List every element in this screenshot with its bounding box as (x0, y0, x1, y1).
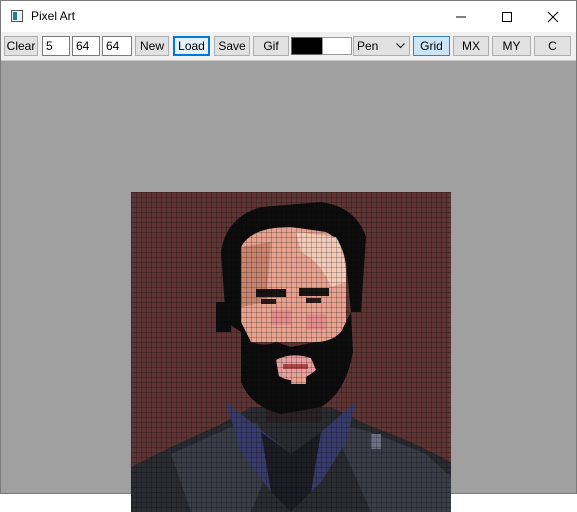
close-button[interactable] (530, 1, 576, 32)
secondary-color-swatch[interactable] (322, 37, 352, 55)
primary-color-swatch[interactable] (291, 37, 323, 55)
tool-select-value: Pen (357, 39, 379, 53)
maximize-button[interactable] (484, 1, 530, 32)
title-bar[interactable]: Pixel Art (1, 1, 576, 32)
save-button[interactable]: Save (214, 36, 250, 56)
grid-toggle-button[interactable]: Grid (413, 36, 450, 56)
tool-select[interactable]: Pen (353, 36, 410, 56)
new-button[interactable]: New (135, 36, 169, 56)
canvas-grid-overlay (131, 192, 451, 512)
width-field[interactable]: 64 (72, 36, 100, 56)
c-button[interactable]: C (534, 36, 571, 56)
app-window: Pixel Art Clear 5 64 64 New Load Save Gi… (0, 0, 577, 512)
minimize-icon (456, 16, 466, 18)
gif-button[interactable]: Gif (253, 36, 289, 56)
chevron-down-icon (396, 43, 405, 49)
load-button[interactable]: Load (173, 36, 210, 56)
toolbar: Clear 5 64 64 New Load Save Gif Pen Grid… (1, 32, 576, 61)
clear-button[interactable]: Clear (4, 36, 38, 56)
canvas-area[interactable] (1, 61, 576, 512)
mirror-y-button[interactable]: MY (492, 36, 531, 56)
pixel-art-canvas[interactable] (131, 192, 451, 512)
mirror-x-button[interactable]: MX (453, 36, 489, 56)
minimize-button[interactable] (438, 1, 484, 32)
height-field[interactable]: 64 (102, 36, 132, 56)
close-icon (547, 11, 559, 23)
maximize-icon (502, 12, 512, 22)
window-title: Pixel Art (31, 9, 76, 23)
pixel-art-app-icon (11, 10, 23, 22)
pixel-size-field[interactable]: 5 (42, 36, 70, 56)
